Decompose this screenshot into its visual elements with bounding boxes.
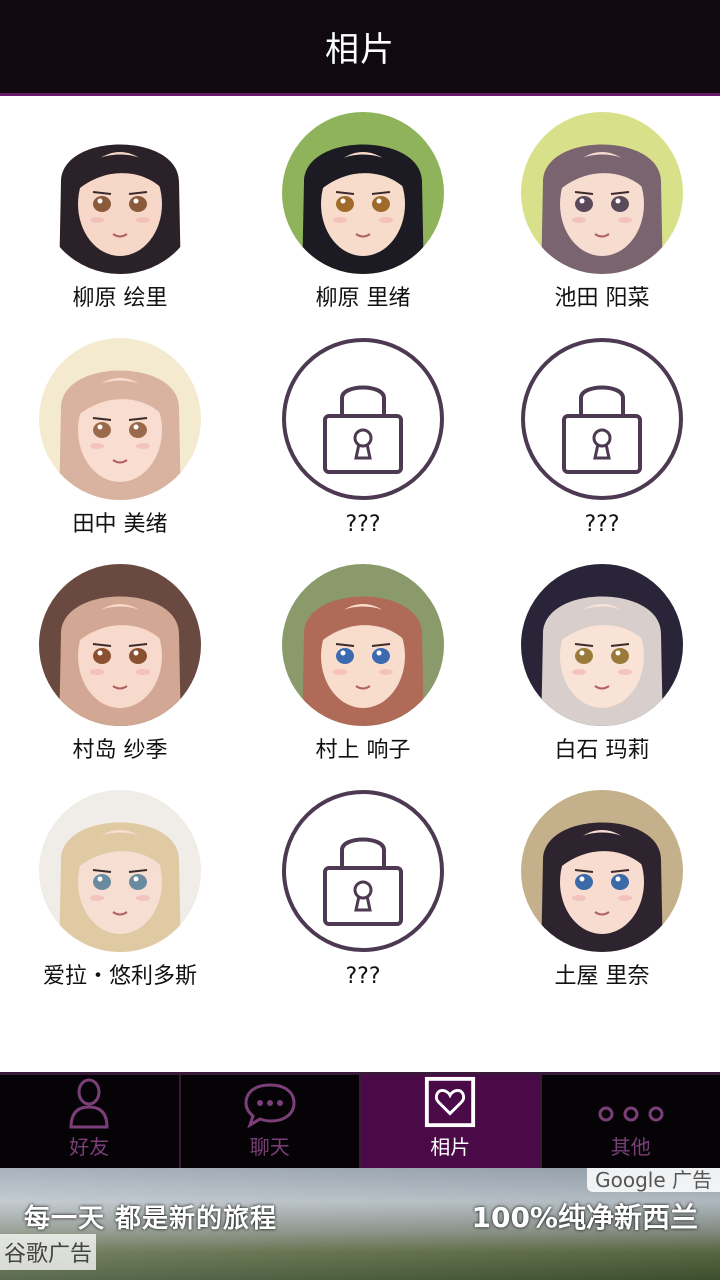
ad-badge[interactable]: Google 广告 (587, 1168, 720, 1192)
photo-item[interactable]: 土屋 里奈 (482, 774, 720, 1000)
tab-chat[interactable]: 聊天 (181, 1075, 361, 1168)
lock-icon (562, 385, 642, 474)
avatar (39, 564, 201, 726)
photo-name: 柳原 里绪 (315, 286, 411, 311)
photo-name: 村上 响子 (315, 738, 411, 763)
lock-icon (323, 385, 403, 474)
tab-label: 相片 (430, 1135, 471, 1159)
ad-banner[interactable]: Google 广告 每一天 都是新的旅程 100%纯净新西兰 谷歌广告 (0, 1168, 720, 1280)
tab-label: 聊天 (249, 1135, 290, 1159)
portrait-illustration (39, 338, 201, 500)
photo-name: 爱拉・悠利多斯 (42, 964, 197, 989)
avatar (282, 564, 444, 726)
photo-item[interactable]: 柳原 里绪 (243, 96, 483, 322)
locked-photo-item[interactable]: ??? (482, 322, 720, 548)
locked-avatar (282, 790, 444, 952)
photo-item[interactable]: 村岛 纱季 (0, 548, 240, 774)
avatar (521, 564, 683, 726)
portrait-illustration (282, 112, 444, 274)
avatar (521, 790, 683, 952)
portrait-illustration (39, 112, 201, 274)
portrait-illustration (521, 790, 683, 952)
tab-label: 好友 (69, 1135, 110, 1159)
avatar (282, 112, 444, 274)
photo-heart-icon (425, 1076, 476, 1128)
ad-label: 谷歌广告 (0, 1234, 97, 1270)
portrait-illustration (521, 112, 683, 274)
more-dots-icon (598, 1106, 664, 1122)
locked-photo-item[interactable]: ??? (243, 322, 483, 548)
photo-item[interactable]: 田中 美绪 (0, 322, 240, 548)
lock-icon (323, 837, 403, 926)
tab-label: 其他 (610, 1135, 651, 1159)
app-header: 相片 (0, 0, 720, 96)
photo-name: ??? (345, 512, 381, 537)
photo-item[interactable]: 柳原 绘里 (0, 96, 240, 322)
photo-item[interactable]: 村上 响子 (243, 548, 483, 774)
avatar (39, 112, 201, 274)
portrait-illustration (39, 564, 201, 726)
photo-item[interactable]: 白石 玛莉 (482, 548, 720, 774)
photo-name: 白石 玛莉 (554, 738, 650, 763)
photo-name: 池田 阳菜 (554, 286, 650, 311)
portrait-illustration (521, 564, 683, 726)
tab-friends[interactable]: 好友 (0, 1075, 181, 1168)
avatar (39, 338, 201, 500)
portrait-illustration (282, 564, 444, 726)
ad-slogan: 每一天 都是新的旅程 (24, 1204, 278, 1234)
bottom-tab-bar: 好友 聊天 相片 其他 (0, 1072, 720, 1168)
photo-name: 田中 美绪 (72, 512, 168, 537)
photo-grid: 柳原 绘里 柳原 里绪 池田 阳菜田中 美绪?????? 村岛 纱季 村上 响子 白石 玛… (0, 96, 720, 1072)
ad-promo: 100%纯净新西兰 (471, 1201, 698, 1234)
photo-item[interactable]: 爱拉・悠利多斯 (0, 774, 240, 1000)
photo-name: 土屋 里奈 (554, 964, 650, 989)
photo-name: ??? (345, 964, 381, 989)
tab-photos[interactable]: 相片 (361, 1075, 542, 1168)
photo-name: 村岛 纱季 (72, 738, 168, 763)
photo-name: ??? (584, 512, 620, 537)
avatar (39, 790, 201, 952)
chat-bubble-icon (244, 1083, 296, 1129)
locked-avatar (521, 338, 683, 500)
photo-name: 柳原 绘里 (72, 286, 168, 311)
portrait-illustration (39, 790, 201, 952)
tab-more[interactable]: 其他 (542, 1075, 720, 1168)
avatar (521, 112, 683, 274)
photo-item[interactable]: 池田 阳菜 (482, 96, 720, 322)
person-icon (69, 1078, 109, 1129)
locked-avatar (282, 338, 444, 500)
page-title: 相片 (325, 30, 395, 70)
locked-photo-item[interactable]: ??? (243, 774, 483, 1000)
